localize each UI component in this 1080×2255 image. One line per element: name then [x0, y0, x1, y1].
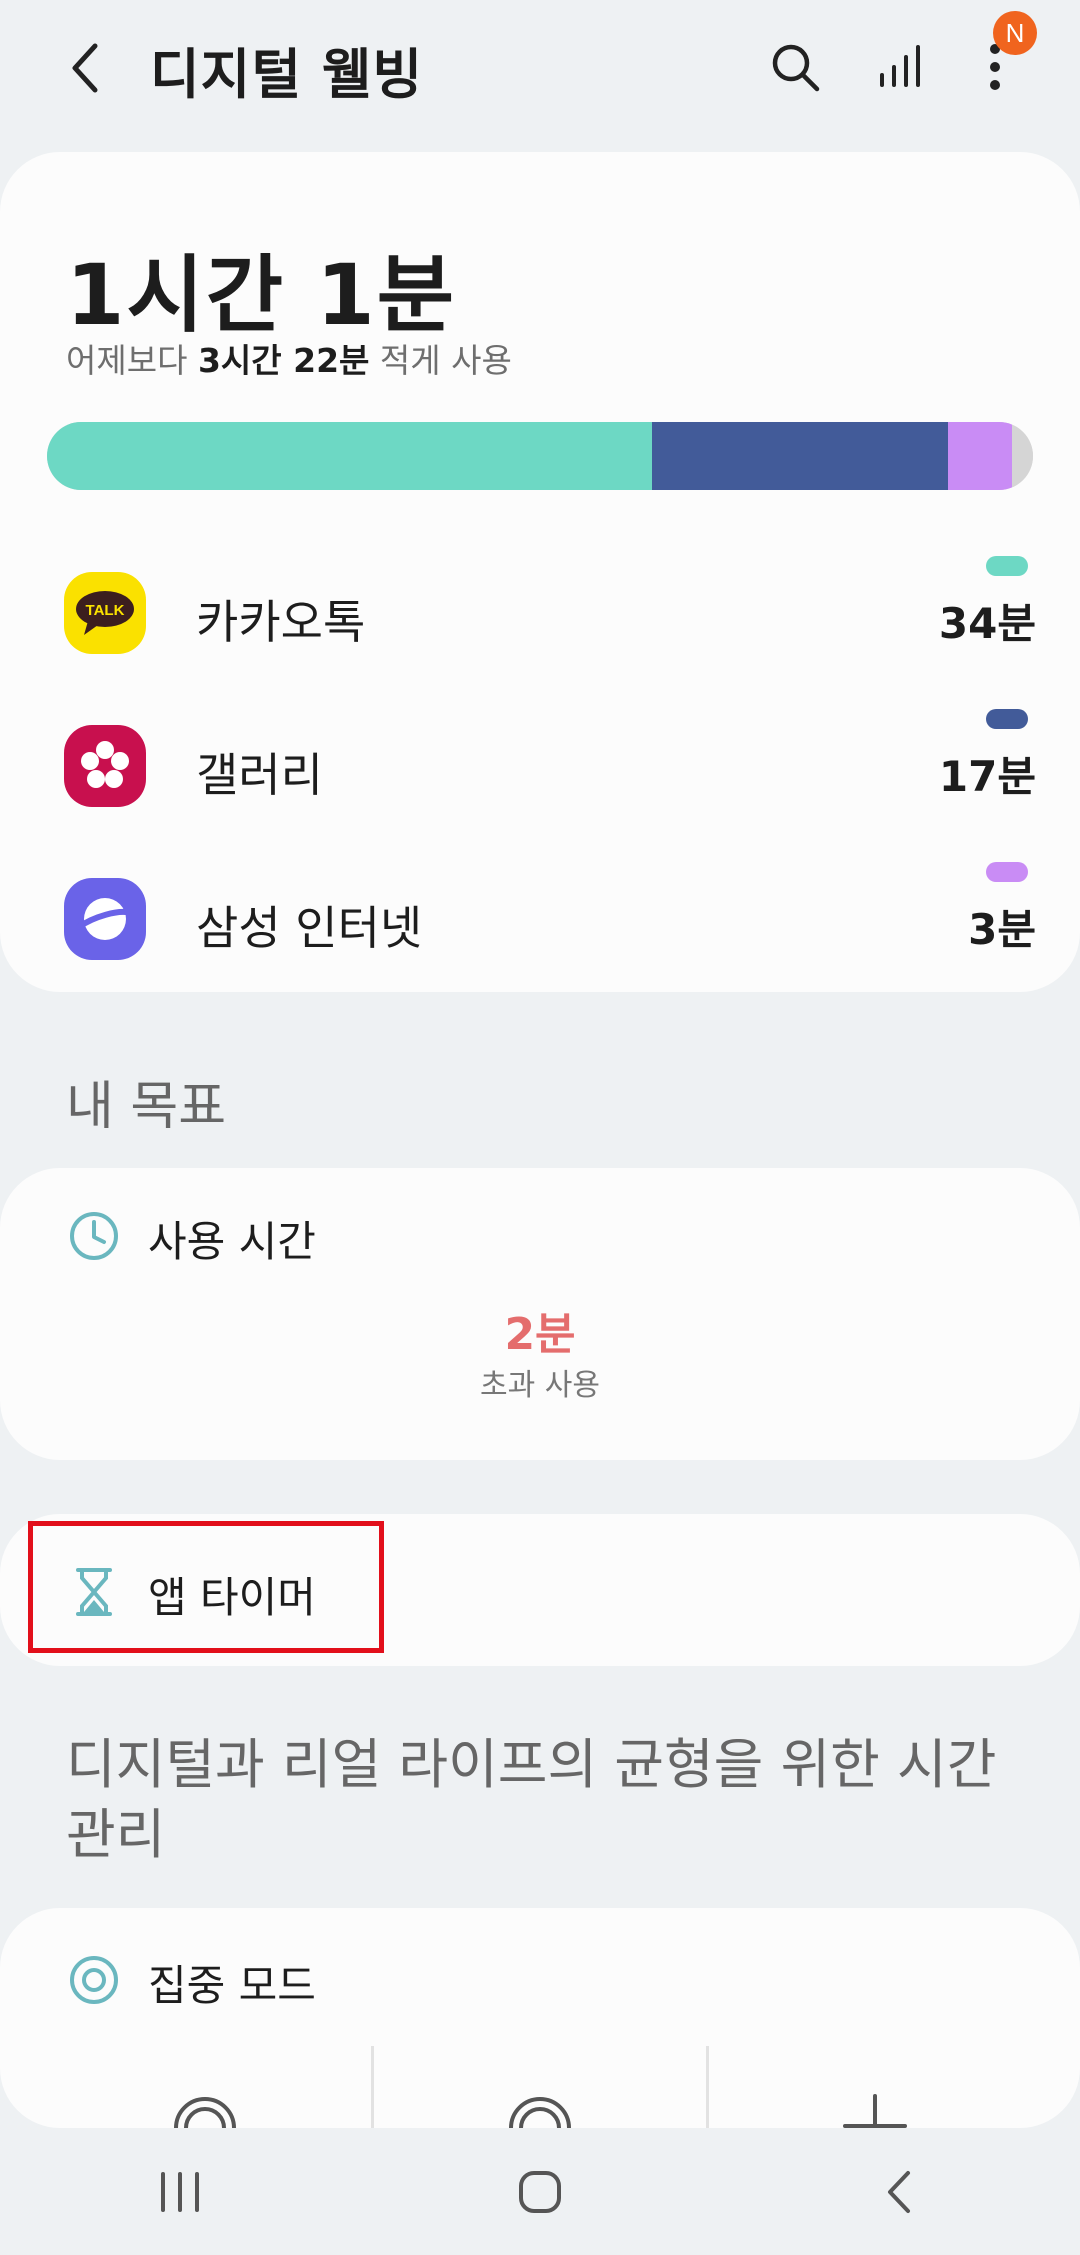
system-navigation-bar	[0, 2128, 1080, 2255]
legend-dot	[986, 556, 1028, 576]
app-row-kakaotalk[interactable]: TALK 카카오톡 34분	[0, 552, 1080, 672]
bar-chart-icon	[880, 45, 920, 87]
add-focus-mode-icon[interactable]	[840, 2090, 910, 2128]
screen-time-title: 사용 시간	[148, 1217, 316, 1266]
kakao-bubble-icon: TALK	[76, 591, 134, 635]
back-button[interactable]	[50, 28, 120, 108]
usage-breakdown-bar	[47, 422, 1033, 490]
clock-icon	[70, 1212, 118, 1260]
legend-dot	[986, 862, 1028, 882]
focus-mode-work-icon[interactable]	[170, 2090, 240, 2128]
back-arrow-icon	[72, 43, 98, 93]
back-chevron-icon	[888, 2170, 910, 2213]
compare-prefix: 어제보다	[66, 341, 198, 380]
usage-bar-segment	[1012, 422, 1033, 490]
screen-time-overuse-value: 2분	[504, 1309, 576, 1360]
search-button[interactable]	[760, 32, 830, 102]
divider	[706, 2046, 709, 2128]
compare-yesterday: 어제보다 3시간 22분 적게 사용	[66, 334, 512, 382]
total-screen-time: 1시간 1분	[66, 246, 456, 344]
app-row-samsung-internet[interactable]: 삼성 인터넷 3분	[0, 858, 1080, 978]
recents-icon	[161, 2171, 199, 2212]
flower-icon	[81, 741, 129, 788]
nav-back-button[interactable]	[720, 2128, 1080, 2255]
focus-mode-sleep-icon[interactable]	[505, 2090, 575, 2128]
usage-summary-card[interactable]: 1시간 1분 어제보다 3시간 22분 적게 사용 TALK 카카오톡 34분	[0, 152, 1080, 992]
app-usage-time: 3분	[968, 905, 1036, 954]
usage-bar-segment	[652, 422, 949, 490]
app-usage-time: 34분	[938, 599, 1036, 648]
notification-badge: N	[993, 11, 1037, 55]
section-description: 디지털과 리얼 라이프의 균형을 위한 시간 관리	[66, 1733, 997, 1866]
samsung-internet-icon	[64, 878, 146, 960]
stats-button[interactable]	[866, 32, 936, 102]
app-usage-time: 17분	[938, 752, 1036, 801]
gallery-icon	[64, 725, 146, 807]
focus-mode-title: 집중 모드	[148, 1961, 316, 2010]
app-name: 갤러리	[196, 748, 323, 802]
app-row-gallery[interactable]: 갤러리 17분	[0, 705, 1080, 825]
highlight-box	[28, 1521, 384, 1653]
home-icon	[519, 2170, 561, 2213]
usage-bar-segment	[47, 422, 653, 490]
screen-time-goal-card[interactable]: 사용 시간 2분 초과 사용	[0, 1168, 1080, 1460]
home-button[interactable]	[360, 2128, 720, 2255]
recent-apps-button[interactable]	[0, 2128, 360, 2255]
section-label-my-goals: 내 목표	[66, 1077, 227, 1137]
kakaotalk-icon: TALK	[64, 572, 146, 654]
compare-value: 3시간 22분	[197, 341, 370, 380]
focus-mode-card[interactable]: 집중 모드	[0, 1908, 1080, 2128]
screen-time-overuse-label: 초과 사용	[480, 1368, 600, 1403]
app-name: 삼성 인터넷	[196, 901, 423, 955]
divider	[371, 2046, 374, 2128]
compare-suffix: 적게 사용	[369, 341, 512, 380]
search-icon	[772, 44, 820, 92]
top-app-bar: 디지털 웰빙 N	[0, 0, 1080, 140]
usage-bar-segment	[948, 422, 1013, 490]
app-name: 카카오톡	[196, 595, 366, 649]
svg-text:TALK: TALK	[86, 602, 125, 619]
legend-dot	[986, 709, 1028, 729]
page-title: 디지털 웰빙	[150, 43, 424, 106]
planet-icon	[76, 898, 134, 940]
focus-target-icon	[70, 1956, 118, 2004]
